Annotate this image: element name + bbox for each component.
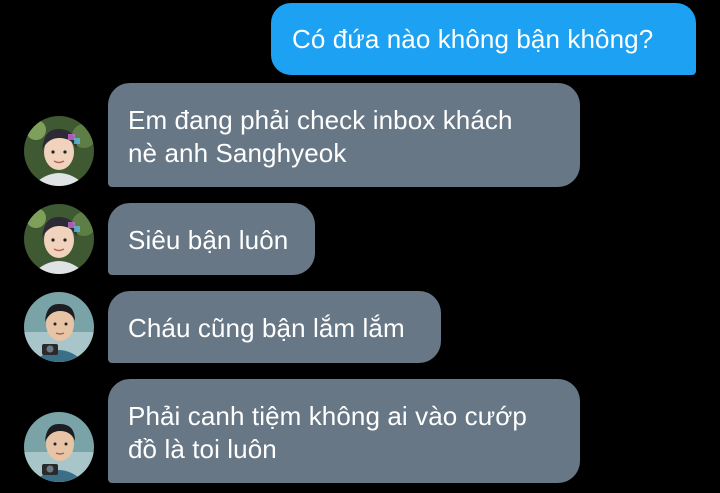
incoming-message-bubble[interactable]: Cháu cũng bận lắm lắm	[108, 291, 441, 363]
message-text: Cháu cũng bận lắm lắm	[128, 313, 405, 343]
incoming-message-bubble[interactable]: Em đang phải check inbox khách nè anh Sa…	[108, 83, 580, 187]
message-text: Có đứa nào không bận không?	[292, 24, 654, 54]
message-text: Siêu bận luôn	[128, 225, 289, 255]
chat-thread: Có đứa nào không bận không? Em đang phải…	[0, 0, 720, 493]
person-a-avatar-icon[interactable]	[24, 204, 94, 274]
message-text-line: đồ là toi luôn	[128, 434, 277, 464]
person-b-avatar-icon[interactable]	[24, 292, 94, 362]
incoming-message-bubble[interactable]: Siêu bận luôn	[108, 203, 315, 275]
message-text-line: Em đang phải check inbox khách	[128, 105, 513, 135]
person-b-avatar-icon[interactable]	[24, 412, 94, 482]
outgoing-message-bubble[interactable]: Có đứa nào không bận không?	[271, 3, 696, 75]
message-text-line: nè anh Sanghyeok	[128, 138, 347, 168]
message-text-line: Phải canh tiệm không ai vào cướp	[128, 401, 527, 431]
person-a-avatar-icon[interactable]	[24, 116, 94, 186]
incoming-message-bubble[interactable]: Phải canh tiệm không ai vào cướp đồ là t…	[108, 379, 580, 483]
